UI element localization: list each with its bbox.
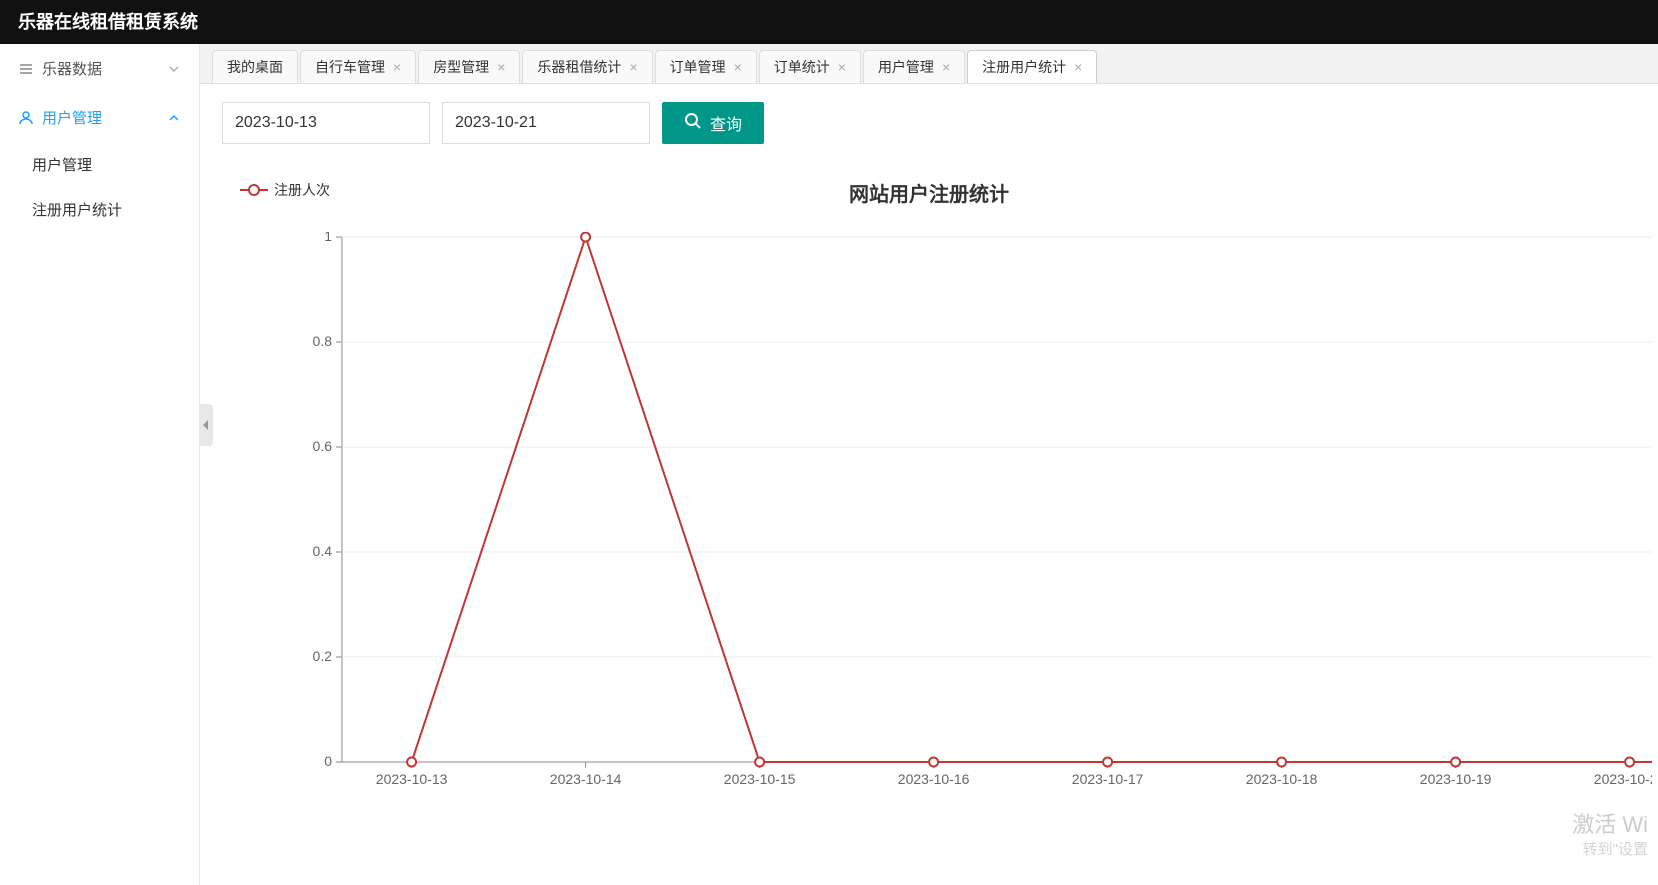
close-icon[interactable]: × <box>734 60 742 74</box>
chart-title: 网站用户注册统计 <box>849 178 1009 207</box>
tab[interactable]: 注册用户统计 × <box>967 50 1097 83</box>
tab[interactable]: 自行车管理 × <box>300 50 416 83</box>
svg-text:0: 0 <box>324 753 332 769</box>
sidebar-collapse-handle[interactable] <box>199 404 213 446</box>
svg-text:2023-10-19: 2023-10-19 <box>1420 771 1492 787</box>
svg-text:0.2: 0.2 <box>313 648 333 664</box>
sidebar-item-register-stats[interactable]: 注册用户统计 <box>0 187 199 232</box>
svg-text:0.8: 0.8 <box>313 333 333 349</box>
app-header: 乐器在线租借租赁系统 <box>0 0 1658 44</box>
chart-legend[interactable]: 注册人次 <box>240 180 330 200</box>
tab-label: 我的桌面 <box>227 57 283 77</box>
tab-label: 房型管理 <box>433 57 489 77</box>
svg-text:0.4: 0.4 <box>313 543 333 559</box>
app-body: 乐器数据 用户管理 用户管理 注册用户统计 <box>0 44 1658 885</box>
sidebar-item-label: 用户管理 <box>32 157 92 174</box>
svg-text:2023-10-16: 2023-10-16 <box>898 771 970 787</box>
svg-text:2023-10-18: 2023-10-18 <box>1246 771 1318 787</box>
svg-text:2023-10-20: 2023-10-20 <box>1594 771 1652 787</box>
main-area: 我的桌面自行车管理×房型管理×乐器租借统计×订单管理×订单统计×用户管理×注册用… <box>200 44 1658 885</box>
query-button[interactable]: 查询 <box>662 102 764 144</box>
legend-label: 注册人次 <box>274 180 330 200</box>
tab[interactable]: 乐器租借统计 × <box>522 50 652 83</box>
chart-plot: 0 0.2 0.4 0.6 0.8 1 2023-10-13 2023-10-14 2023-1… <box>302 232 1652 792</box>
search-icon <box>684 112 702 135</box>
chevron-down-icon <box>167 62 181 76</box>
app-title: 乐器在线租借租赁系统 <box>18 12 198 32</box>
query-toolbar: 查询 <box>222 102 1636 144</box>
tab[interactable]: 房型管理 × <box>418 50 520 83</box>
sidebar: 乐器数据 用户管理 用户管理 注册用户统计 <box>0 44 200 885</box>
legend-marker-icon <box>240 189 268 191</box>
sidebar-group-instrument-data[interactable]: 乐器数据 <box>0 44 199 93</box>
sidebar-group-user-mgmt[interactable]: 用户管理 <box>0 93 199 142</box>
svg-text:2023-10-17: 2023-10-17 <box>1072 771 1144 787</box>
tab[interactable]: 用户管理 × <box>863 50 965 83</box>
tab[interactable]: 订单管理 × <box>655 50 757 83</box>
tab-label: 订单管理 <box>670 57 726 77</box>
date-end-input[interactable] <box>442 102 650 144</box>
svg-text:2023-10-15: 2023-10-15 <box>724 771 796 787</box>
close-icon[interactable]: × <box>1074 60 1082 74</box>
svg-text:1: 1 <box>324 232 332 244</box>
tab-label: 用户管理 <box>878 57 934 77</box>
sidebar-item-user-mgmt[interactable]: 用户管理 <box>0 142 199 187</box>
query-button-label: 查询 <box>710 111 742 135</box>
tab-label: 订单统计 <box>774 57 830 77</box>
close-icon[interactable]: × <box>393 60 401 74</box>
close-icon[interactable]: × <box>497 60 505 74</box>
tab-label: 注册用户统计 <box>982 57 1066 77</box>
date-start-input[interactable] <box>222 102 430 144</box>
svg-text:0.6: 0.6 <box>313 438 333 454</box>
user-icon <box>18 110 34 126</box>
list-icon <box>18 61 34 77</box>
chevron-up-icon <box>167 111 181 125</box>
tab-label: 乐器租借统计 <box>537 57 621 77</box>
tab-bar: 我的桌面自行车管理×房型管理×乐器租借统计×订单管理×订单统计×用户管理×注册用… <box>200 44 1658 84</box>
close-icon[interactable]: × <box>629 60 637 74</box>
sidebar-group-label: 乐器数据 <box>42 58 102 79</box>
close-icon[interactable]: × <box>838 60 846 74</box>
sidebar-item-label: 注册用户统计 <box>32 202 122 219</box>
tab[interactable]: 我的桌面 <box>212 50 298 83</box>
tab-content: 查询 注册人次 网站用户注册统计 0 0.2 0.4 0.6 0.8 1 2023-10-1… <box>200 84 1658 885</box>
svg-text:2023-10-14: 2023-10-14 <box>550 771 622 787</box>
chart-container: 注册人次 网站用户注册统计 0 0.2 0.4 0.6 0.8 1 2023-10-13 20… <box>222 174 1636 824</box>
sidebar-group-label: 用户管理 <box>42 107 102 128</box>
close-icon[interactable]: × <box>942 60 950 74</box>
tab[interactable]: 订单统计 × <box>759 50 861 83</box>
tab-label: 自行车管理 <box>315 57 385 77</box>
svg-text:2023-10-13: 2023-10-13 <box>376 771 448 787</box>
